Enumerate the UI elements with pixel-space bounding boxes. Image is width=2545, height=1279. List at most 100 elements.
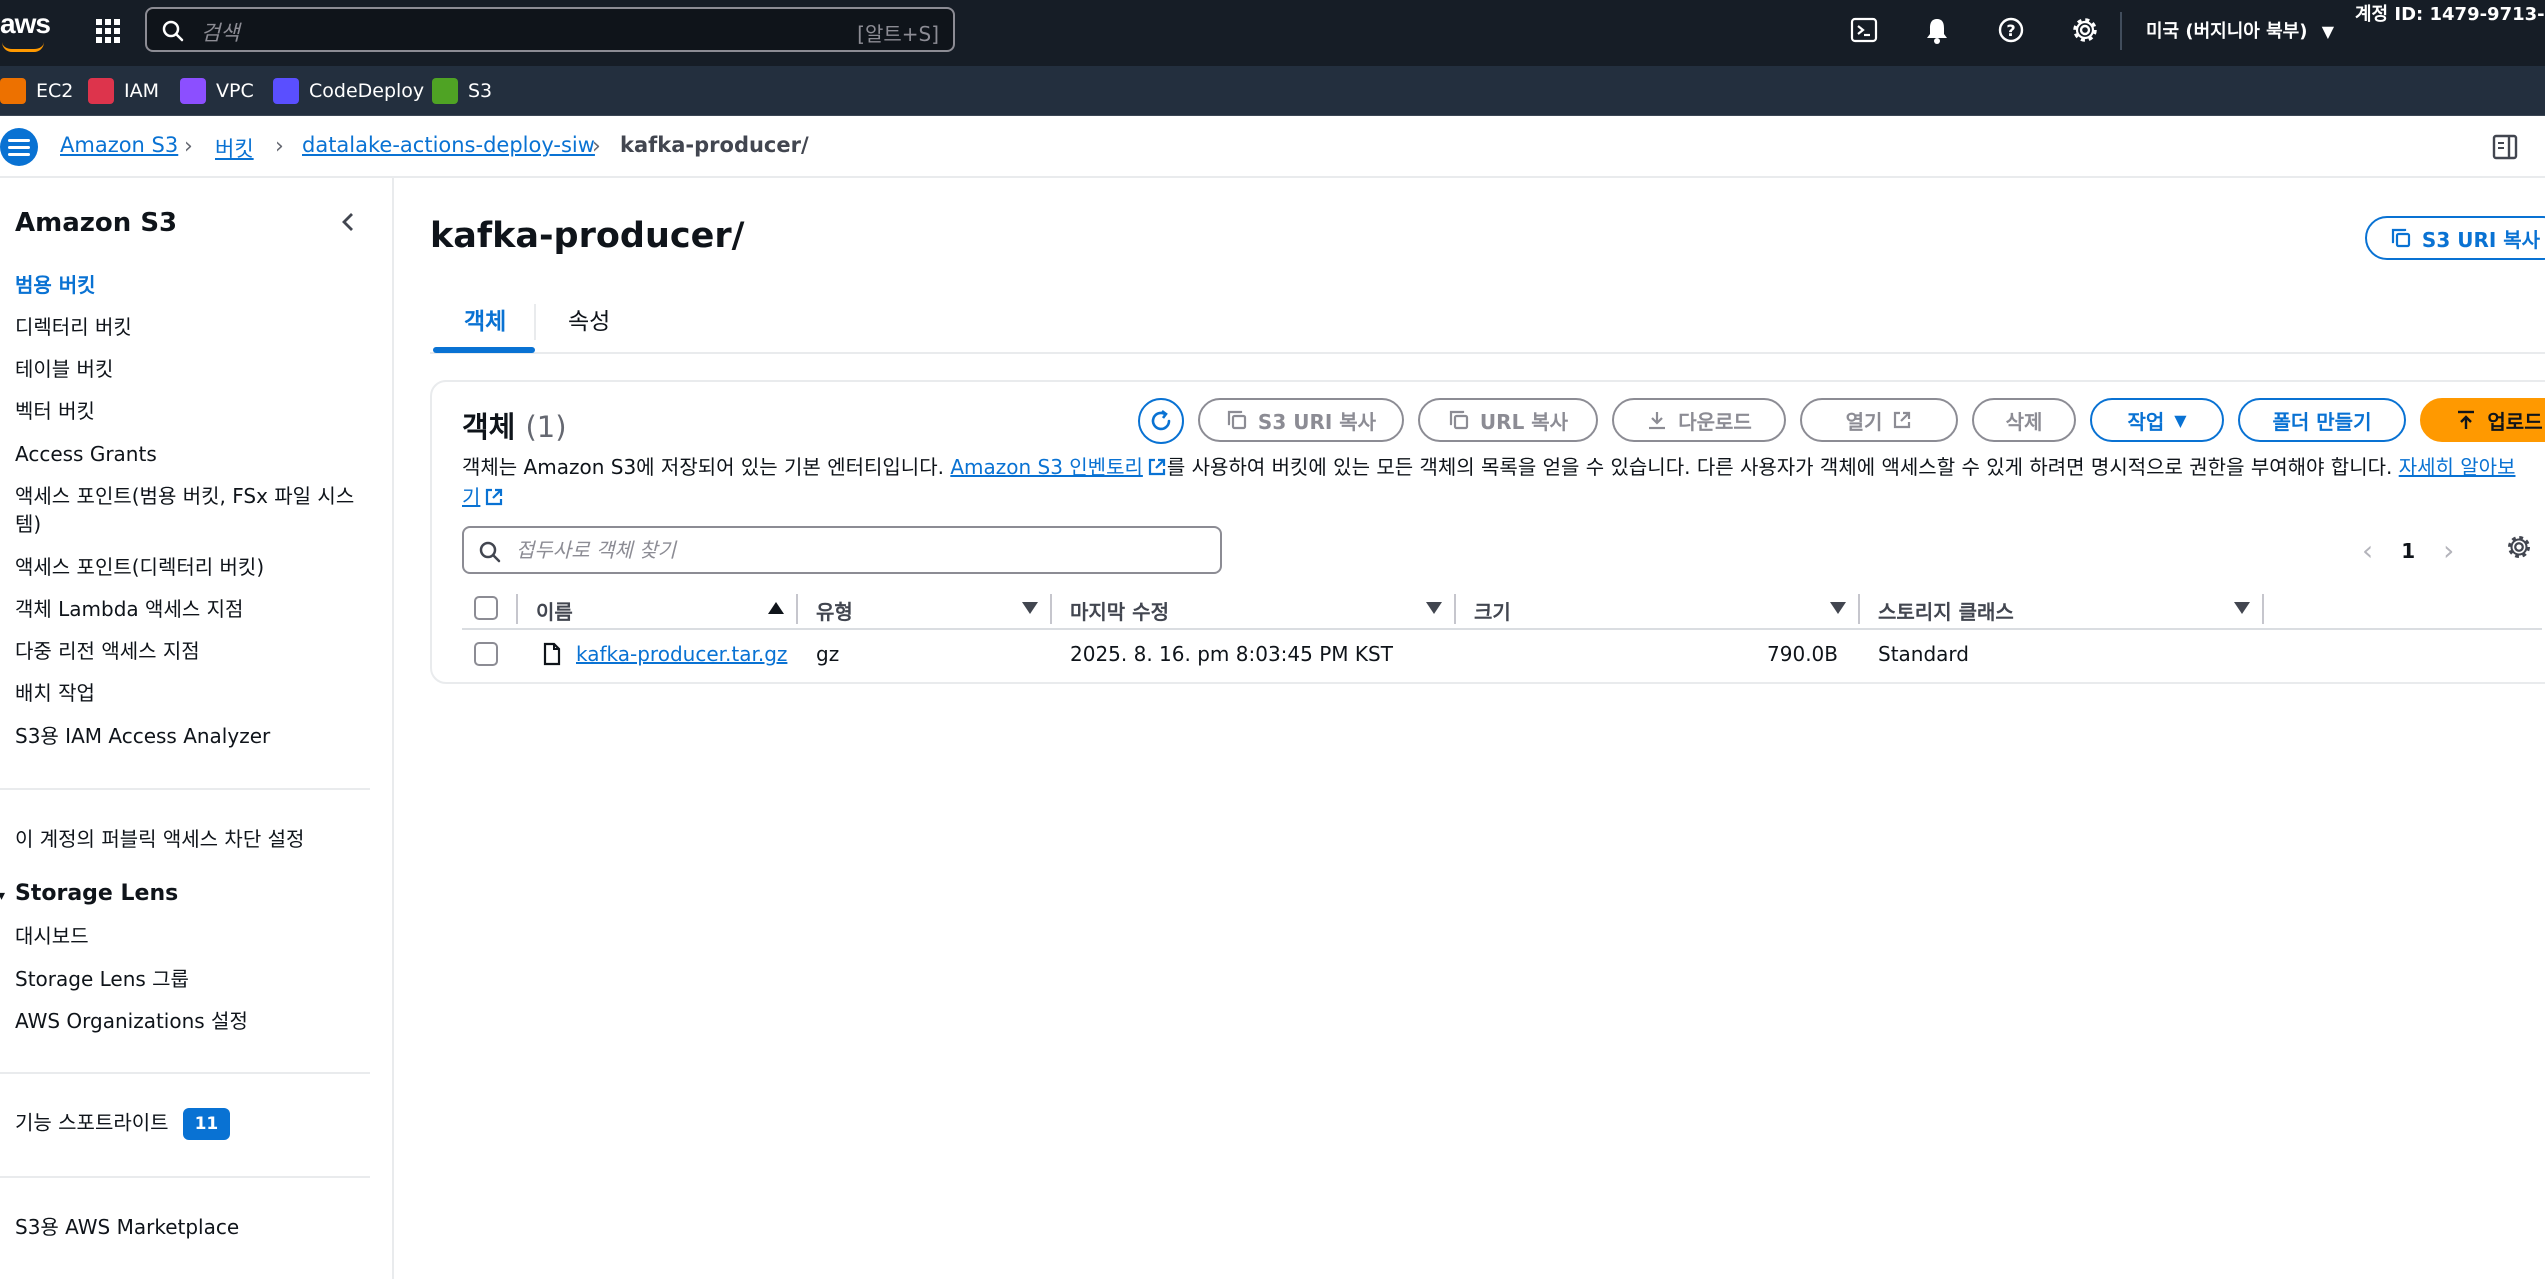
sidebar-item-directory-buckets[interactable]: 디렉터리 버킷 bbox=[15, 313, 355, 341]
sidebar-item-vector-buckets[interactable]: 벡터 버킷 bbox=[15, 397, 355, 425]
nav-divider bbox=[2120, 12, 2122, 50]
column-header-size[interactable]: 크기 bbox=[1474, 596, 1511, 625]
sort-icon[interactable] bbox=[1426, 602, 1442, 614]
sidebar-item-organizations-settings[interactable]: AWS Organizations 설정 bbox=[15, 1007, 355, 1035]
actions-label: 작업 bbox=[2127, 409, 2165, 434]
sidebar-divider bbox=[0, 788, 370, 790]
side-navigation-toggle[interactable] bbox=[0, 128, 38, 166]
cloudshell-icon[interactable] bbox=[1848, 14, 1880, 46]
sidebar-item-access-points-directory[interactable]: 액세스 포인트(디렉터리 버킷) bbox=[15, 553, 355, 581]
svg-text:?: ? bbox=[2006, 21, 2015, 40]
objects-title: 객체 bbox=[462, 410, 516, 444]
sidebar-section-storage-lens[interactable]: Storage Lens bbox=[15, 880, 355, 908]
account-menu[interactable]: 계정 ID: 1479-9713-57 bbox=[2355, 0, 2545, 26]
copy-url-label: URL 복사 bbox=[1479, 409, 1569, 434]
favorites-bar: EC2 IAM VPC CodeDeploy S3 bbox=[0, 66, 2545, 116]
copy-icon bbox=[1449, 410, 1469, 430]
tab-separator bbox=[534, 304, 536, 340]
column-separator bbox=[796, 594, 798, 624]
favorite-codedeploy[interactable]: CodeDeploy bbox=[273, 77, 424, 105]
previous-page-icon[interactable]: ‹ bbox=[2362, 534, 2373, 567]
tab-properties[interactable]: 속성 bbox=[564, 302, 614, 336]
row-select-checkbox[interactable] bbox=[474, 642, 498, 666]
feature-spotlight-badge: 11 bbox=[182, 1108, 231, 1140]
column-separator bbox=[1454, 594, 1456, 624]
breadcrumb-buckets[interactable]: 버킷 bbox=[215, 133, 254, 163]
sidebar-item-feature-spotlight[interactable]: 기능 스포트라이트 11 bbox=[15, 1108, 355, 1140]
column-header-storage-class[interactable]: 스토리지 클래스 bbox=[1878, 596, 2014, 625]
favorite-vpc[interactable]: VPC bbox=[180, 77, 254, 105]
sort-icon[interactable] bbox=[1830, 602, 1846, 614]
sidebar-item-storage-lens-groups[interactable]: Storage Lens 그룹 bbox=[15, 965, 355, 993]
copy-icon bbox=[2391, 228, 2411, 248]
breadcrumb-amazon-s3[interactable]: Amazon S3 bbox=[60, 133, 178, 157]
sidebar-item-access-grants[interactable]: Access Grants bbox=[15, 440, 355, 468]
description-text: 객체는 Amazon S3에 저장되어 있는 기본 엔터티입니다. bbox=[462, 455, 951, 479]
download-button[interactable]: 다운로드 bbox=[1612, 398, 1786, 442]
refresh-button[interactable] bbox=[1138, 398, 1184, 444]
breadcrumb-bucket[interactable]: datalake-actions-deploy-siw bbox=[302, 133, 595, 157]
help-icon[interactable]: ? bbox=[1995, 14, 2027, 46]
copy-url-button[interactable]: URL 복사 bbox=[1418, 398, 1598, 442]
iam-icon bbox=[88, 78, 114, 104]
select-all-checkbox[interactable] bbox=[474, 596, 498, 620]
notifications-bell-icon[interactable] bbox=[1921, 14, 1953, 46]
open-button[interactable]: 열기 bbox=[1800, 398, 1958, 442]
region-selector[interactable]: 미국 (버지니아 북부) ▼ bbox=[2146, 17, 2334, 43]
copy-s3-uri-header-button[interactable]: S3 URI 복사 bbox=[2365, 216, 2545, 260]
sidebar-item-iam-access-analyzer[interactable]: S3용 IAM Access Analyzer bbox=[15, 722, 355, 750]
copy-s3-uri-button[interactable]: S3 URI 복사 bbox=[1198, 398, 1404, 442]
upload-button[interactable]: 업로드 bbox=[2420, 398, 2545, 442]
tab-objects[interactable]: 객체 bbox=[460, 302, 510, 336]
sidebar-divider bbox=[0, 1072, 370, 1074]
actions-dropdown-button[interactable]: 작업 ▼ bbox=[2090, 398, 2224, 442]
tab-list: 객체 속성 bbox=[430, 292, 2545, 354]
current-page-number[interactable]: 1 bbox=[2401, 539, 2415, 563]
sidebar-item-access-points-general[interactable]: 액세스 포인트(범용 버킷, FSx 파일 시스템) bbox=[15, 482, 355, 538]
find-objects-input[interactable] bbox=[516, 534, 1206, 566]
objects-heading: 객체 (1) bbox=[462, 404, 567, 446]
chevron-right-icon: › bbox=[184, 134, 193, 159]
sidebar-item-block-public-access[interactable]: 이 계정의 퍼블릭 액세스 차단 설정 bbox=[15, 825, 355, 853]
object-name-link[interactable]: kafka-producer.tar.gz bbox=[576, 642, 787, 666]
close-sidebar-icon[interactable] bbox=[336, 210, 360, 234]
favorite-label: CodeDeploy bbox=[309, 80, 425, 102]
sidebar-item-multi-region[interactable]: 다중 리전 액세스 지점 bbox=[15, 637, 355, 665]
sidebar-item-batch-operations[interactable]: 배치 작업 bbox=[15, 679, 355, 707]
upload-icon bbox=[2458, 410, 2475, 429]
table-row: kafka-producer.tar.gz gz 2025. 8. 16. pm… bbox=[462, 630, 2542, 680]
active-tab-indicator bbox=[433, 347, 535, 353]
sidebar-item-object-lambda[interactable]: 객체 Lambda 액세스 지점 bbox=[15, 595, 355, 623]
caret-down-icon[interactable]: ▾ bbox=[0, 888, 5, 904]
download-label: 다운로드 bbox=[1678, 409, 1752, 434]
split-panel-icon[interactable] bbox=[2490, 132, 2520, 162]
column-header-last-modified[interactable]: 마지막 수정 bbox=[1070, 596, 1169, 625]
sidebar-item-general-buckets[interactable]: 범용 버킷 bbox=[15, 271, 355, 299]
objects-description: 객체는 Amazon S3에 저장되어 있는 기본 엔터티입니다. Amazon… bbox=[462, 452, 2522, 512]
services-grid-icon[interactable] bbox=[94, 17, 122, 45]
sidebar-item-table-buckets[interactable]: 테이블 버킷 bbox=[15, 355, 355, 383]
favorite-iam[interactable]: IAM bbox=[88, 77, 159, 105]
column-header-type[interactable]: 유형 bbox=[816, 596, 853, 625]
sidebar-item-marketplace[interactable]: S3용 AWS Marketplace bbox=[15, 1213, 355, 1241]
column-header-name[interactable]: 이름 bbox=[536, 596, 573, 625]
create-folder-button[interactable]: 폴더 만들기 bbox=[2238, 398, 2406, 442]
aws-logo[interactable]: aws bbox=[0, 8, 51, 52]
s3-inventory-link[interactable]: Amazon S3 인벤토리 bbox=[950, 455, 1143, 479]
next-page-icon[interactable]: › bbox=[2443, 534, 2454, 567]
sidebar-item-dashboards[interactable]: 대시보드 bbox=[15, 922, 355, 950]
favorite-ec2[interactable]: EC2 bbox=[0, 77, 73, 105]
refresh-icon bbox=[1151, 409, 1171, 431]
global-search-input[interactable]: 검색 [알트+S] bbox=[145, 7, 955, 52]
search-shortcut: [알트+S] bbox=[857, 22, 939, 46]
favorite-s3[interactable]: S3 bbox=[432, 77, 492, 105]
sort-icon[interactable] bbox=[1022, 602, 1038, 614]
sort-ascending-icon[interactable] bbox=[768, 602, 784, 614]
object-type: gz bbox=[816, 642, 840, 666]
pagination: ‹ 1 › bbox=[2362, 534, 2454, 567]
settings-gear-icon[interactable] bbox=[2069, 14, 2101, 46]
delete-button[interactable]: 삭제 bbox=[1972, 398, 2076, 442]
sort-icon[interactable] bbox=[2234, 602, 2250, 614]
table-preferences-gear-icon[interactable] bbox=[2504, 532, 2534, 562]
column-separator bbox=[1858, 594, 1860, 624]
